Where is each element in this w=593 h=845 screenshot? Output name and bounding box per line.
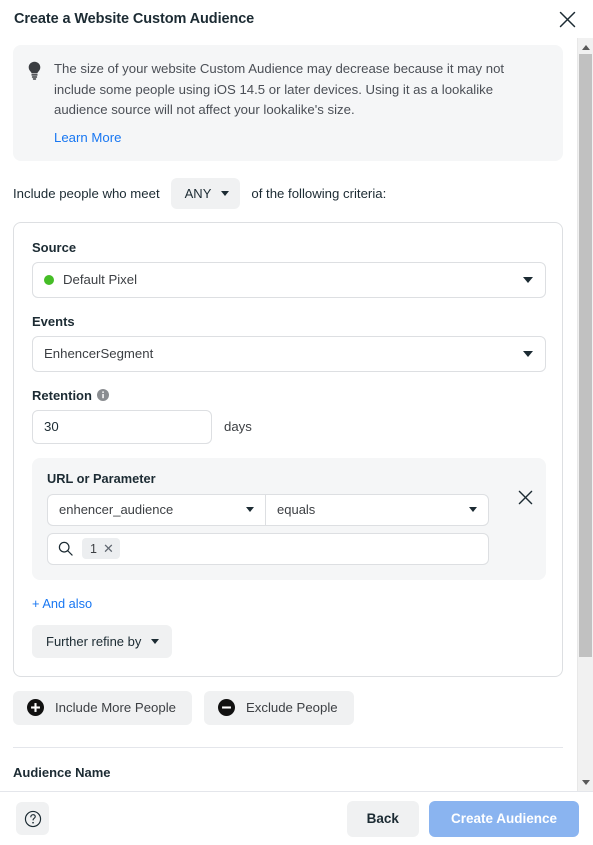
dialog-footer: Back Create Audience — [0, 791, 593, 845]
dialog-header: Create a Website Custom Audience — [0, 0, 593, 38]
plus-circle-icon — [27, 699, 44, 716]
close-dialog-button[interactable] — [553, 5, 581, 33]
chevron-down-icon — [246, 507, 254, 512]
source-label: Source — [32, 239, 77, 255]
lightbulb-icon — [27, 61, 42, 85]
rule-value-token[interactable]: 1 ✕ — [82, 538, 120, 559]
chevron-down-icon — [523, 350, 533, 357]
rule-parameter-value: enhencer_audience — [59, 502, 174, 517]
source-select[interactable]: Default Pixel — [32, 261, 546, 298]
and-also-link[interactable]: + And also — [32, 596, 92, 611]
info-icon[interactable] — [96, 389, 109, 401]
criteria-prefix-label: Include people who meet — [13, 185, 160, 201]
url-parameter-rule: URL or Parameter enhencer_audience equal… — [32, 457, 546, 580]
exclude-people-label: Exclude People — [245, 700, 338, 715]
retention-label: Retention — [32, 388, 546, 403]
events-select[interactable]: EnhencerSegment — [32, 335, 546, 372]
close-icon — [559, 11, 575, 27]
page-title: Create a Website Custom Audience — [14, 11, 255, 27]
retention-label-text: Retention — [32, 387, 92, 403]
minus-circle-icon — [217, 699, 235, 716]
criteria-row: Include people who meet ANY of the follo… — [13, 177, 563, 209]
further-refine-label: Further refine by — [46, 633, 142, 649]
match-type-value: ANY — [184, 185, 212, 201]
include-more-people-label: Include More People — [55, 700, 176, 715]
back-button[interactable]: Back — [346, 800, 419, 837]
retention-row: days — [32, 409, 546, 444]
source-value: Default Pixel — [63, 272, 138, 287]
create-audience-dialog: Create a Website Custom Audience The siz… — [0, 0, 593, 845]
scroll-up-button[interactable] — [578, 40, 593, 54]
chevron-down-icon — [523, 276, 533, 283]
search-icon — [58, 541, 73, 556]
rule-operator-value: equals — [277, 502, 316, 517]
chevron-down-icon — [221, 190, 230, 196]
audience-rule-card: Source Default Pixel Events EnhencerSegm… — [13, 221, 563, 677]
scrollbar-thumb[interactable] — [579, 54, 592, 657]
chevron-down-icon — [151, 638, 160, 644]
audience-actions: Include More People Exclude People — [13, 690, 563, 725]
rule-value-token-label: 1 — [90, 541, 97, 556]
chevron-down-icon — [469, 507, 477, 512]
chevron-down-icon — [581, 779, 590, 785]
create-audience-button[interactable]: Create Audience — [428, 800, 579, 837]
further-refine-select[interactable]: Further refine by — [32, 624, 173, 658]
url-parameter-label: URL or Parameter — [47, 470, 156, 486]
help-button[interactable] — [16, 802, 49, 835]
events-label: Events — [32, 313, 75, 329]
scroll-down-button[interactable] — [578, 775, 593, 789]
help-icon — [24, 810, 41, 827]
include-more-people-button[interactable]: Include More People — [13, 690, 192, 725]
rule-condition-row: enhencer_audience equals — [47, 493, 489, 526]
events-value: EnhencerSegment — [44, 346, 154, 361]
remove-rule-button[interactable] — [513, 486, 537, 510]
pixel-status-dot — [44, 274, 54, 285]
rule-value-input[interactable]: 1 ✕ — [47, 532, 489, 565]
rule-parameter-select[interactable]: enhencer_audience — [47, 493, 265, 526]
dialog-body: The size of your website Custom Audience… — [0, 38, 577, 791]
close-icon — [518, 490, 532, 505]
remove-token-icon[interactable]: ✕ — [103, 542, 114, 555]
ios-notice-banner: The size of your website Custom Audience… — [13, 45, 563, 161]
rule-operator-select[interactable]: equals — [265, 493, 489, 526]
match-type-select[interactable]: ANY — [170, 177, 241, 209]
criteria-suffix-label: of the following criteria: — [251, 185, 387, 201]
section-divider — [13, 746, 563, 748]
learn-more-link[interactable]: Learn More — [54, 130, 547, 145]
dialog-scroll-area: The size of your website Custom Audience… — [0, 38, 593, 791]
audience-name-label: Audience Name — [13, 764, 111, 780]
notice-text: The size of your website Custom Audience… — [54, 61, 505, 117]
retention-unit-label: days — [224, 419, 252, 434]
chevron-up-icon — [581, 44, 590, 50]
exclude-people-button[interactable]: Exclude People — [203, 690, 354, 725]
vertical-scrollbar[interactable] — [577, 38, 593, 791]
further-refine-row: Further refine by — [32, 624, 546, 658]
retention-days-input[interactable] — [32, 409, 212, 444]
